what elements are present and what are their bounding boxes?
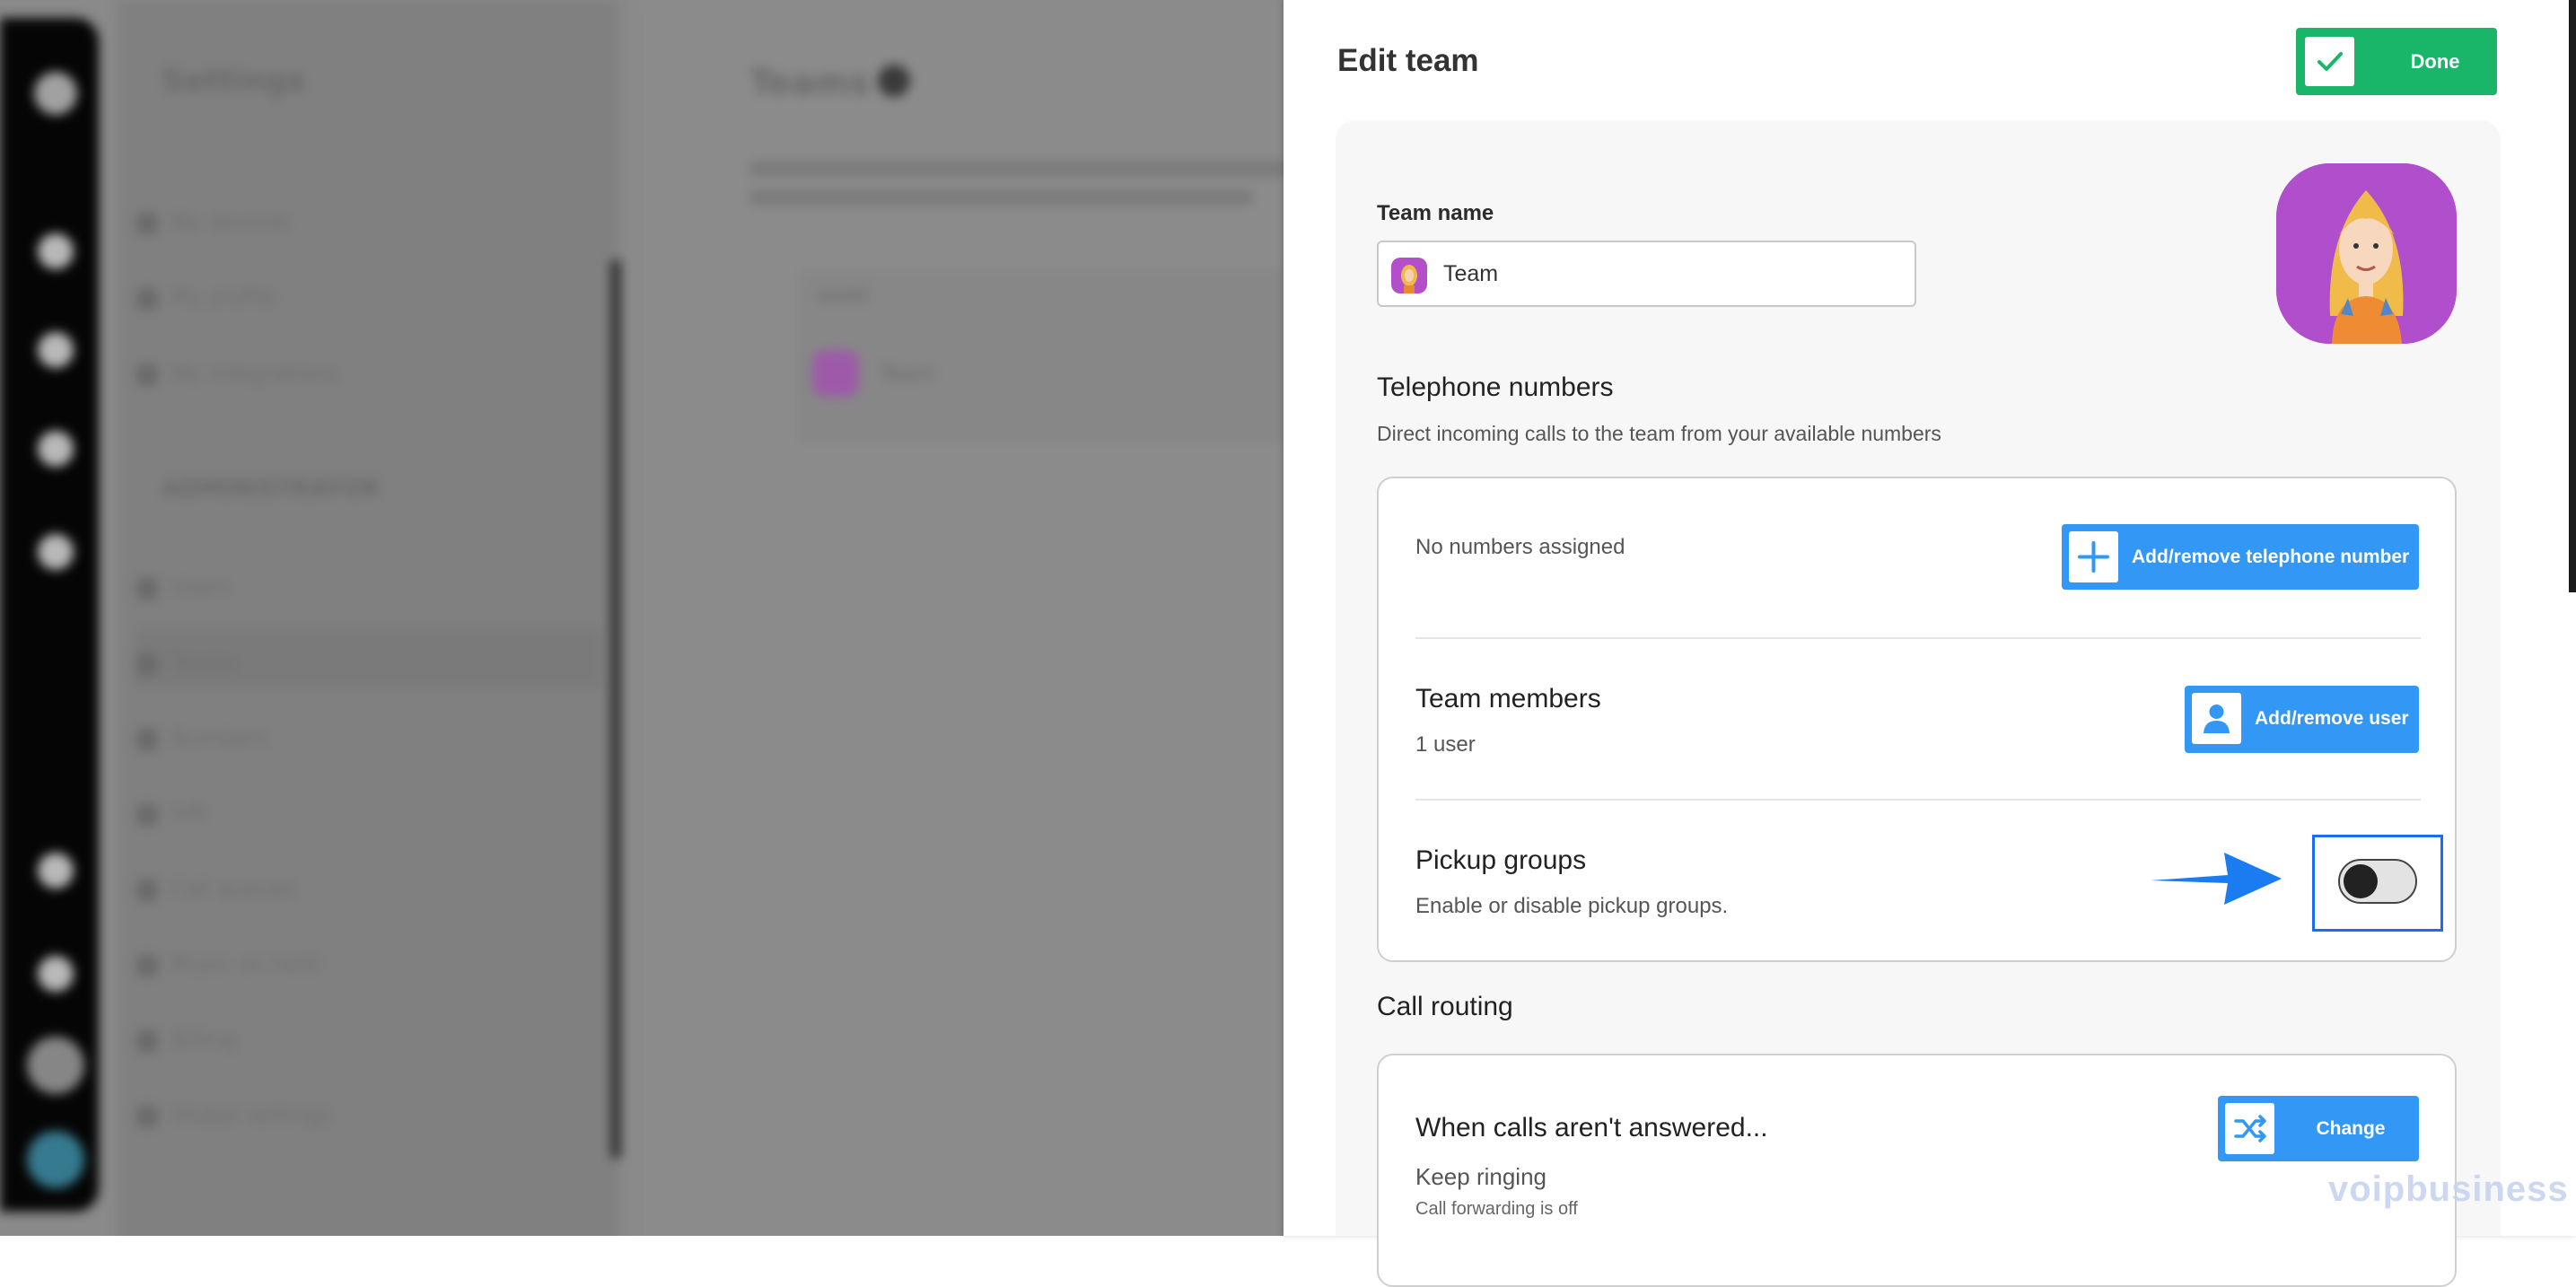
settings-icon — [27, 1037, 84, 1094]
panel-title: Edit team — [1337, 43, 1479, 78]
sidebar-item-ivr: IVR — [136, 801, 207, 826]
unanswered-calls-label: When calls aren't answered... — [1415, 1113, 1768, 1143]
section-divider — [1415, 637, 2421, 639]
watermark-logo: voipbusiness — [2328, 1169, 2569, 1209]
app-logo-icon — [34, 72, 77, 115]
app-nav-rail — [0, 18, 99, 1212]
shuffle-icon — [2225, 1103, 2274, 1154]
team-avatar-small — [1391, 258, 1427, 293]
teams-table — [799, 274, 1284, 439]
team-avatar[interactable] — [2276, 163, 2457, 344]
add-remove-user-label: Add/remove user — [2255, 708, 2409, 729]
call-routing-heading: Call routing — [1377, 992, 1513, 1021]
add-remove-user-button[interactable]: Add/remove user — [2185, 686, 2419, 753]
admin-section-label: ADMINISTRATOR — [162, 476, 381, 503]
ringing-behavior: Keep ringing — [1415, 1163, 1546, 1190]
sidebar-item-integrations: My integrations — [136, 361, 338, 386]
phone-icon — [38, 233, 74, 269]
call-forwarding-status: Call forwarding is off — [1415, 1199, 1578, 1219]
sidebar-item-billing: Billing — [136, 1027, 237, 1052]
team-name-label: Team name — [1377, 201, 1494, 225]
done-button[interactable]: Done — [2296, 28, 2497, 95]
team-members-heading: Team members — [1415, 684, 1601, 714]
sidebar-item-call-queues: Call queues — [136, 876, 297, 901]
teams-description-line — [749, 190, 1252, 205]
plus-icon — [2069, 531, 2118, 582]
team-name-input[interactable]: Team — [1377, 241, 1916, 307]
team-members-count: 1 user — [1415, 732, 1476, 757]
change-routing-label: Change — [2316, 1118, 2386, 1139]
calendar-icon — [38, 534, 74, 570]
team-name-value: Team — [1443, 261, 1499, 286]
user-avatar — [27, 1131, 84, 1188]
teams-main-area — [637, 0, 1284, 1236]
change-routing-button[interactable]: Change — [2218, 1096, 2419, 1161]
table-row-team: Team — [880, 361, 937, 386]
toggle-knob — [2344, 864, 2378, 898]
sidebar-scrollbar — [610, 260, 621, 1158]
add-remove-telephone-label: Add/remove telephone number — [2132, 547, 2410, 567]
sidebar-item-profile: My profile — [136, 285, 277, 310]
pickup-groups-toggle[interactable] — [2338, 859, 2417, 904]
pickup-groups-heading: Pickup groups — [1415, 845, 1587, 875]
team-row-avatar — [812, 350, 859, 397]
sidebar-item-music-on-hold: Music on hold — [136, 951, 320, 976]
background-settings-page: Settings My devices My profile My integr… — [0, 0, 1284, 1236]
sidebar-item-numbers: Numbers — [136, 725, 268, 750]
teams-description-line — [749, 162, 1284, 176]
done-button-label: Done — [2410, 50, 2460, 73]
user-icon — [2192, 693, 2241, 744]
pickup-toggle-highlight — [2312, 835, 2443, 932]
add-remove-telephone-button[interactable]: Add/remove telephone number — [2062, 524, 2419, 590]
sidebar-item-teams: Teams — [136, 650, 239, 675]
pickup-groups-description: Enable or disable pickup groups. — [1415, 894, 1729, 918]
section-divider — [1415, 799, 2421, 801]
sidebar-item-devices: My devices — [136, 209, 291, 234]
telephone-numbers-description: Direct incoming calls to the team from y… — [1377, 422, 1941, 445]
contacts-icon — [38, 431, 74, 467]
chat-icon — [38, 332, 74, 368]
numbers-status: No numbers assigned — [1415, 535, 1625, 559]
stats-icon — [38, 853, 74, 889]
dialer-icon — [38, 956, 74, 992]
sidebar-item-users: Users — [136, 574, 232, 600]
settings-title: Settings — [162, 63, 306, 99]
telephone-numbers-heading: Telephone numbers — [1377, 372, 1614, 402]
arrow-annotation-icon — [2151, 853, 2282, 905]
help-icon — [878, 65, 910, 97]
checkmark-icon — [2305, 37, 2354, 86]
table-header-name: NAME — [817, 285, 870, 307]
sidebar-item-global-settings: Global settings — [136, 1102, 332, 1127]
panel-scrollbar[interactable] — [2569, 0, 2576, 592]
teams-title: Teams — [749, 63, 871, 102]
